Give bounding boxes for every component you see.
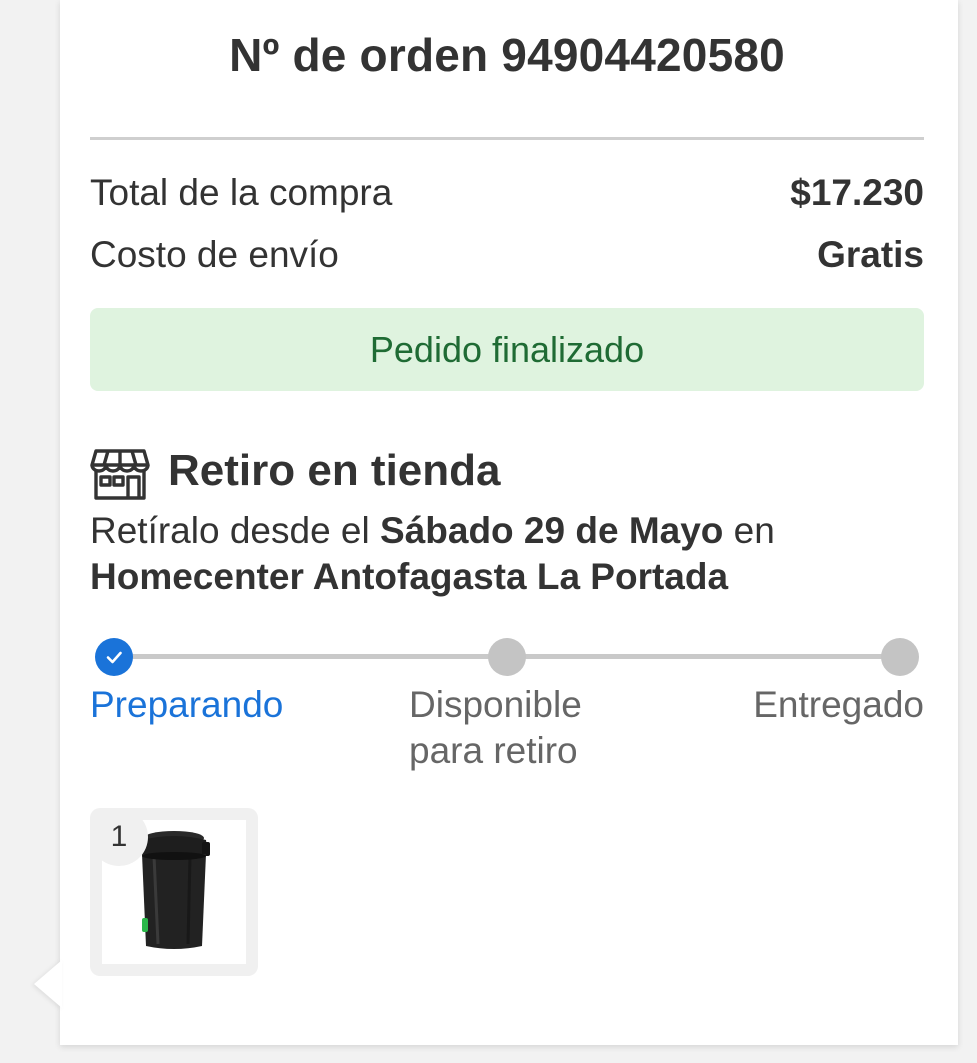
step-label-entregado: Entregado	[753, 682, 924, 728]
order-number-title: Nº de orden 94904420580	[229, 29, 785, 81]
step-label-line-2: para retiro	[409, 730, 578, 771]
shipping-value: Gratis	[817, 234, 924, 275]
card-pointer	[34, 960, 62, 1008]
step-dot-entregado	[881, 638, 919, 676]
pickup-header: Retiro en tienda	[90, 440, 501, 502]
pickup-store-name: Homecenter Antofagasta La Portada	[90, 556, 729, 597]
step-label-preparando: Preparando	[90, 682, 283, 728]
pickup-desc-mid: en	[723, 510, 775, 551]
shipping-row: Costo de envío Gratis	[90, 234, 924, 276]
check-icon	[106, 651, 122, 664]
divider	[90, 137, 924, 140]
step-label-line: Entregado	[753, 684, 924, 725]
pickup-desc-prefix: Retíralo desde el	[90, 510, 381, 551]
pickup-description: Retíralo desde el Sábado 29 de Mayo en Ho…	[90, 508, 924, 600]
quantity-badge: 1	[90, 808, 148, 866]
step-label-line: Preparando	[90, 684, 284, 725]
order-card: Nº de orden 94904420580 Total de la comp…	[60, 0, 958, 1045]
total-label: Total de la compra	[90, 172, 393, 213]
product-thumbnail[interactable]: 1	[90, 808, 258, 976]
pickup-date: Sábado 29 de Mayo	[380, 510, 724, 551]
store-icon	[90, 449, 150, 500]
pickup-title: Retiro en tienda	[168, 446, 501, 495]
step-dot-disponible	[488, 638, 526, 676]
shipping-label: Costo de envío	[90, 234, 339, 275]
step-dot-preparando	[95, 638, 133, 676]
total-row: Total de la compra $17.230	[90, 172, 924, 214]
order-progress-tracker	[90, 634, 924, 682]
step-label-disponible: Disponible para retiro	[409, 682, 582, 774]
total-value: $17.230	[790, 172, 924, 213]
step-label-line: Disponible	[409, 684, 582, 725]
order-status-badge: Pedido finalizado	[90, 308, 924, 391]
